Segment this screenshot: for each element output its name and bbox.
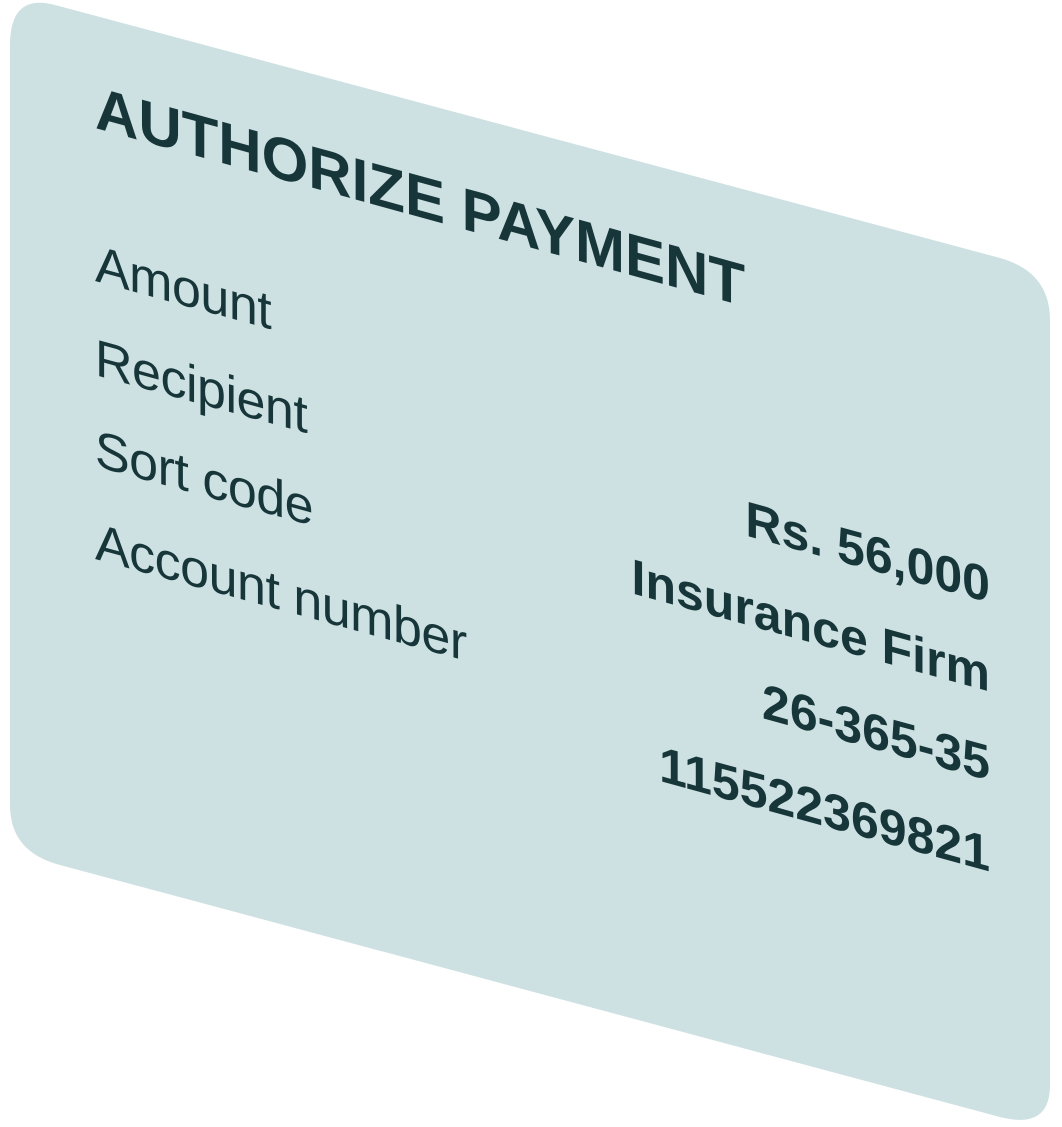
payment-card-stage: AUTHORIZE PAYMENT Amount Recipient Sort … [0,0,1062,1127]
sort-code-label: Sort code [95,420,314,538]
amount-label: Amount [95,235,272,342]
account-number-label: Account number [95,513,467,673]
recipient-label: Recipient [95,329,308,446]
